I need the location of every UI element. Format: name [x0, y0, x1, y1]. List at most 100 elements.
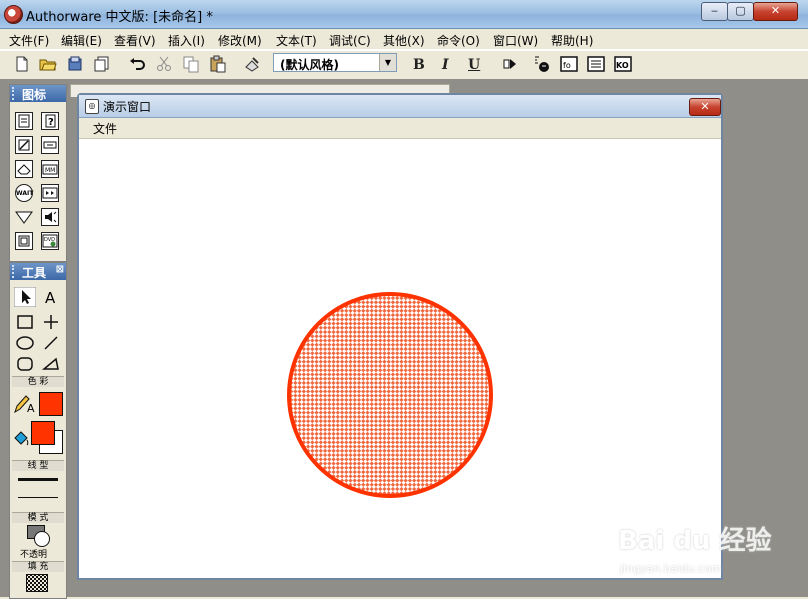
wait-icon[interactable]: WAIT: [15, 184, 33, 202]
erase-icon[interactable]: [15, 160, 33, 178]
interaction-icon[interactable]: ?: [41, 112, 59, 130]
new-file-icon[interactable]: [13, 55, 31, 73]
save-all-icon[interactable]: [93, 55, 111, 73]
menu-help[interactable]: 帮助(H): [551, 32, 593, 49]
canvas-drawing: [287, 292, 493, 498]
decision-icon[interactable]: [15, 208, 33, 226]
svg-text:A: A: [45, 289, 56, 307]
pen-color-icon[interactable]: A: [12, 393, 38, 415]
map-icon[interactable]: [15, 232, 33, 250]
ellipse-tool-icon[interactable]: [14, 333, 36, 353]
line-weight-thin[interactable]: [18, 497, 58, 498]
copy-icon[interactable]: [182, 55, 200, 73]
watermark-url: jingyan.baidu.com: [620, 562, 722, 575]
tools-palette: 工具 ⊠ A 色 彩 A 线 型 模 式 不透明 填 充: [9, 262, 67, 599]
wait-label: WAIT: [16, 190, 34, 197]
svg-text:KO: KO: [616, 61, 629, 70]
control-panel-icon[interactable]: [533, 55, 551, 73]
svg-text:?: ?: [48, 117, 54, 128]
line-weight-thick[interactable]: [18, 478, 58, 481]
variables-icon[interactable]: [587, 55, 605, 73]
menu-text[interactable]: 文本(T): [276, 32, 317, 49]
dvd-icon[interactable]: DVD: [41, 232, 59, 250]
title-bar: Authorware 中文版: [未命名] * ‒ ▢ ✕: [0, 0, 808, 29]
cut-icon[interactable]: [155, 55, 173, 73]
bold-button[interactable]: B: [413, 57, 425, 73]
line-color-swatch[interactable]: [39, 392, 63, 416]
menu-debug[interactable]: 调试(C): [329, 32, 371, 49]
pointer-tool-icon[interactable]: [14, 287, 36, 307]
menu-view[interactable]: 查看(V): [114, 32, 156, 49]
diagonal-line-tool-icon[interactable]: [40, 333, 62, 353]
color-section-label: 色 彩: [12, 376, 64, 387]
mode-opaque-circle-icon[interactable]: [34, 531, 50, 547]
toolbar: B I U fo KO: [0, 50, 808, 80]
presentation-menu-bar: 文件: [79, 118, 721, 139]
presentation-title-bar[interactable]: ◎ 演示窗口 ✕: [79, 95, 721, 118]
grip-icon[interactable]: [12, 265, 18, 278]
text-tool-icon[interactable]: A: [40, 287, 62, 307]
icon-palette-header[interactable]: 图标: [10, 85, 66, 102]
maximize-button[interactable]: ▢: [727, 2, 754, 21]
line-tool-icon[interactable]: [40, 312, 62, 332]
movie-icon[interactable]: MM: [41, 160, 59, 178]
polygon-tool-icon[interactable]: [40, 354, 62, 374]
video-icon[interactable]: [41, 184, 59, 202]
fill-section-label: 填 充: [12, 561, 64, 572]
open-folder-icon[interactable]: [39, 55, 57, 73]
presentation-menu-file[interactable]: 文件: [93, 120, 117, 137]
sound-icon[interactable]: [41, 208, 59, 226]
presentation-window: ◎ 演示窗口 ✕ 文件: [77, 93, 723, 580]
display-icon[interactable]: [15, 112, 33, 130]
undo-icon[interactable]: [128, 55, 146, 73]
menu-insert[interactable]: 插入(I): [168, 32, 205, 49]
tools-palette-header[interactable]: 工具 ⊠: [10, 263, 66, 280]
menu-window[interactable]: 窗口(W): [493, 32, 538, 49]
svg-text:fo: fo: [563, 61, 571, 70]
menu-file[interactable]: 文件(F): [9, 32, 49, 49]
svg-text:MM: MM: [45, 167, 55, 174]
rounded-rectangle-tool-icon[interactable]: [14, 354, 36, 374]
drawn-circle[interactable]: [287, 292, 493, 498]
icon-palette-title: 图标: [22, 88, 47, 102]
italic-button[interactable]: I: [442, 57, 449, 73]
navigate-icon[interactable]: [41, 136, 59, 154]
svg-text:A: A: [27, 402, 35, 415]
close-button[interactable]: ✕: [753, 2, 798, 21]
run-icon[interactable]: [501, 55, 519, 73]
paste-icon[interactable]: [209, 55, 227, 73]
calculation-icon[interactable]: [15, 136, 33, 154]
watermark-text: Bai du 经验: [618, 526, 772, 556]
rectangle-tool-icon[interactable]: [14, 312, 36, 332]
tools-palette-title: 工具: [22, 266, 47, 280]
underline-button[interactable]: U: [468, 57, 480, 73]
window-title: Authorware 中文版: [未命名] *: [26, 10, 213, 25]
functions-icon[interactable]: fo: [560, 55, 578, 73]
line-section-label: 线 型: [12, 460, 64, 471]
style-dropdown[interactable]: (默认风格) ▼: [273, 53, 397, 72]
import-icon[interactable]: [66, 55, 84, 73]
minimize-button[interactable]: ‒: [701, 2, 728, 21]
menu-other[interactable]: 其他(X): [383, 32, 425, 49]
fill-pattern-swatch[interactable]: [26, 574, 48, 592]
find-icon[interactable]: [244, 55, 262, 73]
grip-icon[interactable]: [12, 87, 18, 100]
menu-edit[interactable]: 编辑(E): [61, 32, 102, 49]
presentation-close-button[interactable]: ✕: [689, 98, 721, 116]
fill-bucket-icon[interactable]: [12, 428, 30, 448]
knowledge-objects-icon[interactable]: KO: [614, 55, 632, 73]
fill-foreground-swatch[interactable]: [31, 421, 55, 445]
presentation-window-icon: ◎: [85, 99, 99, 114]
mode-value: 不透明: [20, 550, 48, 560]
mode-section-label: 模 式: [12, 512, 64, 523]
authorware-app-icon[interactable]: [4, 5, 23, 24]
presentation-canvas[interactable]: [79, 139, 721, 578]
menu-bar: 文件(F) 编辑(E) 查看(V) 插入(I) 修改(M) 文本(T) 调试(C…: [0, 29, 808, 50]
presentation-title: 演示窗口: [103, 100, 152, 114]
menu-command[interactable]: 命令(O): [437, 32, 480, 49]
close-icon[interactable]: ⊠: [56, 264, 64, 275]
style-dropdown-value: (默认风格): [280, 58, 339, 72]
menu-modify[interactable]: 修改(M): [218, 32, 262, 49]
icon-palette: 图标 ? MM WAIT DVD: [9, 84, 67, 262]
chevron-down-icon[interactable]: ▼: [379, 54, 396, 71]
